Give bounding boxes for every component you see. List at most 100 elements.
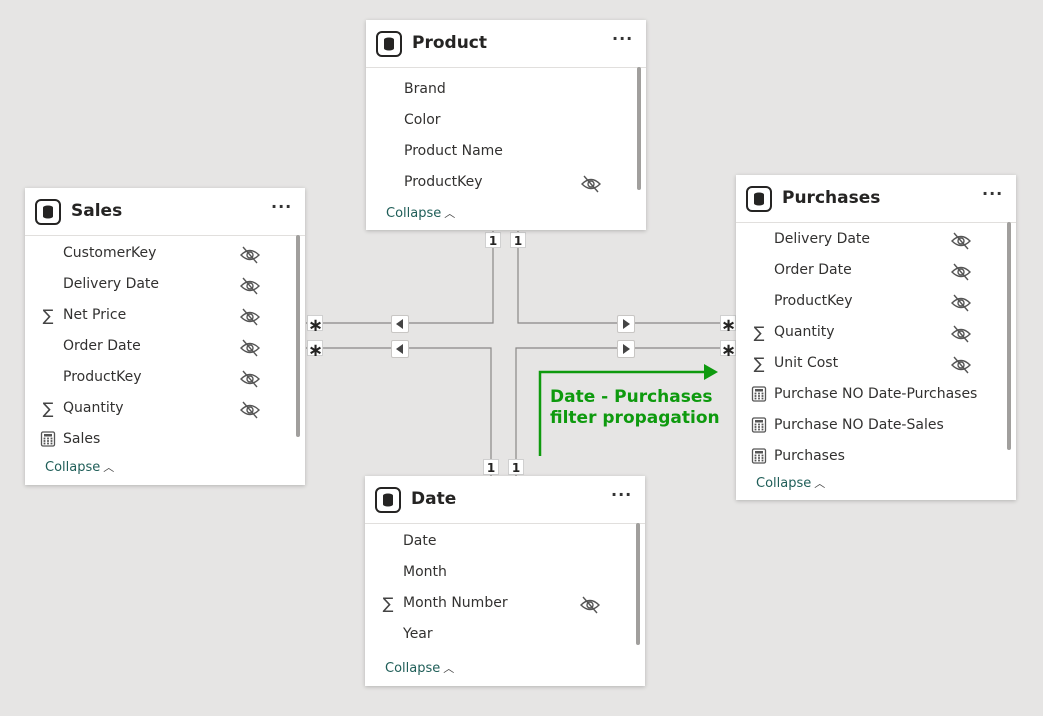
more-options-button[interactable]: ···: [611, 487, 631, 508]
calculator-icon: [39, 431, 57, 449]
collapse-label: Collapse: [45, 460, 101, 475]
field-name: Year: [403, 626, 433, 642]
scrollbar[interactable]: [1007, 222, 1011, 450]
field-row[interactable]: ∑ Month Number: [365, 589, 645, 620]
filter-direction-right-product-purchases[interactable]: [617, 315, 635, 333]
cardinality-many-sales-product: ∗: [307, 315, 324, 336]
field-row[interactable]: ProductKey: [366, 168, 646, 199]
field-row[interactable]: ProductKey: [736, 287, 1016, 318]
field-name: Sales: [63, 431, 101, 447]
cardinality-one-date-purchases: 1: [508, 459, 524, 475]
collapse-button[interactable]: Collapse ︿: [45, 459, 114, 475]
sigma-icon: ∑: [42, 306, 54, 325]
table-title: Product: [412, 33, 487, 53]
field-list[interactable]: Delivery Date Order Date ProductKey ∑ Quanti…: [736, 225, 1016, 470]
chevron-up-icon: ︿: [444, 207, 456, 220]
field-row[interactable]: Delivery Date: [25, 270, 305, 301]
table-icon: [375, 487, 401, 513]
propagation-arrow-head: [704, 364, 718, 380]
field-row[interactable]: Date: [365, 527, 645, 558]
triangle-left-icon: [396, 344, 403, 354]
field-name: Quantity: [63, 400, 124, 416]
more-options-button[interactable]: ···: [612, 31, 632, 52]
field-row[interactable]: Order Date: [25, 332, 305, 363]
field-row[interactable]: Sales: [25, 425, 305, 456]
cardinality-one-product-purchases: 1: [510, 232, 526, 248]
field-row[interactable]: ∑ Unit Cost: [736, 349, 1016, 380]
field-name: Brand: [404, 81, 446, 97]
table-card-purchases[interactable]: Purchases ··· Delivery Date Order Date Pro…: [736, 175, 1016, 500]
table-title: Date: [411, 489, 457, 509]
collapse-button[interactable]: Collapse ︿: [386, 205, 455, 221]
field-name: Quantity: [774, 324, 835, 340]
eye-hidden-icon[interactable]: [950, 324, 972, 344]
eye-hidden-icon[interactable]: [579, 595, 601, 615]
table-card-sales[interactable]: Sales ··· CustomerKey Delivery Date ∑ Net P…: [25, 188, 305, 485]
field-list[interactable]: CustomerKey Delivery Date ∑ Net Price Order …: [25, 239, 305, 456]
table-header[interactable]: Date ···: [365, 476, 645, 524]
field-row[interactable]: ProductKey: [25, 363, 305, 394]
field-name: Order Date: [774, 262, 852, 278]
field-row[interactable]: Delivery Date: [736, 225, 1016, 256]
eye-hidden-icon[interactable]: [239, 369, 261, 389]
eye-hidden-icon[interactable]: [239, 338, 261, 358]
filter-direction-left-date-sales[interactable]: [391, 340, 409, 358]
collapse-button[interactable]: Collapse ︿: [756, 475, 825, 491]
scrollbar[interactable]: [637, 67, 641, 190]
cardinality-many-sales-date: ∗: [307, 340, 324, 361]
field-row[interactable]: Year: [365, 620, 645, 651]
eye-hidden-icon[interactable]: [239, 307, 261, 327]
field-name: Date: [403, 533, 437, 549]
cardinality-many-purchases-product: ∗: [720, 315, 737, 336]
eye-hidden-icon[interactable]: [950, 293, 972, 313]
more-options-button[interactable]: ···: [982, 186, 1002, 207]
field-row[interactable]: Product Name: [366, 137, 646, 168]
table-header[interactable]: Purchases ···: [736, 175, 1016, 223]
triangle-right-icon: [623, 319, 630, 329]
triangle-left-icon: [396, 319, 403, 329]
field-row[interactable]: Purchase NO Date-Purchases: [736, 380, 1016, 411]
field-name: Delivery Date: [63, 276, 160, 292]
field-row[interactable]: Brand: [366, 75, 646, 106]
field-row[interactable]: ∑ Quantity: [25, 394, 305, 425]
eye-hidden-icon[interactable]: [580, 174, 602, 194]
filter-direction-left-product-sales[interactable]: [391, 315, 409, 333]
field-name: CustomerKey: [63, 245, 157, 261]
field-row[interactable]: Purchases: [736, 442, 1016, 470]
field-row[interactable]: Month: [365, 558, 645, 589]
field-list[interactable]: Date Month ∑ Month Number Year: [365, 527, 645, 651]
field-list[interactable]: Brand Color Product Name ProductKey: [366, 75, 646, 213]
filter-propagation-annotation: Date - Purchases filter propagation: [550, 387, 730, 429]
table-icon: [376, 31, 402, 57]
field-row[interactable]: Color: [366, 106, 646, 137]
eye-hidden-icon[interactable]: [239, 400, 261, 420]
field-row[interactable]: ∑ Quantity: [736, 318, 1016, 349]
collapse-button[interactable]: Collapse ︿: [385, 660, 454, 676]
field-row[interactable]: ∑ Net Price: [25, 301, 305, 332]
table-card-date[interactable]: Date ··· Date Month ∑ Month Number Year Coll…: [365, 476, 645, 686]
field-name: Month: [403, 564, 447, 580]
sigma-icon: ∑: [382, 594, 394, 613]
collapse-label: Collapse: [386, 206, 442, 221]
chevron-up-icon: ︿: [814, 477, 826, 490]
field-row[interactable]: Purchase NO Date-Sales: [736, 411, 1016, 442]
table-card-product[interactable]: Product ··· Brand Color Product Name Produc…: [366, 20, 646, 230]
table-header[interactable]: Sales ···: [25, 188, 305, 236]
field-row[interactable]: Order Date: [736, 256, 1016, 287]
filter-direction-right-date-purchases[interactable]: [617, 340, 635, 358]
more-options-button[interactable]: ···: [271, 199, 291, 220]
field-row[interactable]: CustomerKey: [25, 239, 305, 270]
model-canvas[interactable]: 1 1 1 1 ∗ ∗ ∗ ∗ Date - Purchases filter …: [0, 0, 1043, 716]
field-name: Net Price: [63, 307, 127, 323]
eye-hidden-icon[interactable]: [950, 355, 972, 375]
table-header[interactable]: Product ···: [366, 20, 646, 68]
scrollbar[interactable]: [636, 523, 640, 645]
scrollbar[interactable]: [296, 235, 300, 437]
table-title: Purchases: [782, 188, 881, 208]
collapse-label: Collapse: [756, 476, 812, 491]
eye-hidden-icon[interactable]: [950, 231, 972, 251]
field-name: Order Date: [63, 338, 141, 354]
eye-hidden-icon[interactable]: [950, 262, 972, 282]
eye-hidden-icon[interactable]: [239, 245, 261, 265]
eye-hidden-icon[interactable]: [239, 276, 261, 296]
